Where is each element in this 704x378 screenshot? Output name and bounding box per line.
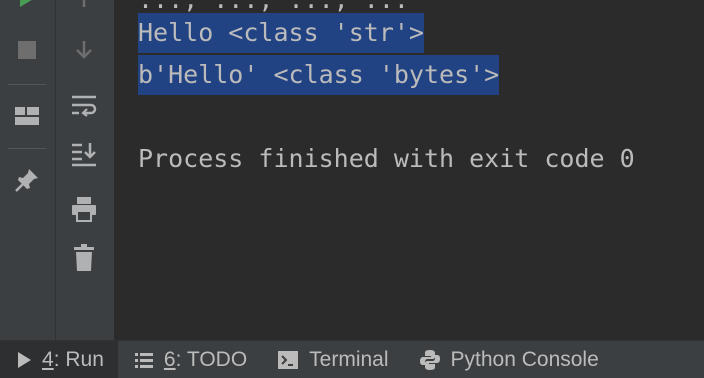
toolbar-divider xyxy=(8,148,46,149)
rerun-button[interactable] xyxy=(7,0,47,18)
console-line-exit-message: Process finished with exit code 0 xyxy=(138,144,635,173)
tab-todo-number: 6 xyxy=(163,348,176,371)
soft-wrap-button[interactable] xyxy=(64,85,104,125)
scroll-to-end-icon xyxy=(72,143,96,167)
run-toolbar-primary xyxy=(0,0,56,340)
print-button[interactable] xyxy=(64,189,104,229)
scroll-down-button[interactable] xyxy=(64,30,104,70)
console-line: b'Hello' <class 'bytes'> xyxy=(138,55,500,95)
terminal-icon xyxy=(277,350,299,370)
toolbar-divider xyxy=(8,84,46,85)
stop-button[interactable] xyxy=(7,30,47,70)
python-icon xyxy=(419,349,441,371)
tab-run[interactable]: 4: Run xyxy=(0,341,118,378)
stop-icon xyxy=(18,41,36,59)
tab-terminal[interactable]: Terminal xyxy=(261,341,402,378)
arrow-down-icon xyxy=(76,41,92,59)
tab-todo-label: : TODO xyxy=(175,348,248,371)
tab-python-console[interactable]: Python Console xyxy=(403,341,613,378)
tab-todo[interactable]: 6: TODO xyxy=(118,341,261,378)
trash-icon xyxy=(74,244,94,271)
tool-window-bar: 4: Run 6: TODO Terminal Python Console xyxy=(0,340,704,378)
arrow-up-icon xyxy=(82,0,86,7)
printer-icon xyxy=(72,197,96,222)
scroll-up-button[interactable] xyxy=(64,0,104,18)
restore-layout-button[interactable] xyxy=(7,96,47,136)
tab-python-console-label: Python Console xyxy=(450,348,599,371)
pin-icon xyxy=(15,169,38,192)
play-icon xyxy=(20,0,32,7)
console-output[interactable]: ..., ..., ..., ... Hello <class 'str'> b… xyxy=(114,0,704,340)
tab-run-label: : Run xyxy=(53,348,104,371)
run-tool-window: ..., ..., ..., ... Hello <class 'str'> b… xyxy=(0,0,704,378)
clear-all-button[interactable] xyxy=(64,238,104,278)
scroll-to-end-button[interactable] xyxy=(64,134,104,174)
tab-terminal-label: Terminal xyxy=(309,348,389,371)
list-icon xyxy=(134,351,154,369)
layout-icon xyxy=(15,107,39,125)
tab-run-number: 4 xyxy=(42,348,54,371)
console-line: Hello <class 'str'> xyxy=(138,13,424,53)
run-toolbar-secondary xyxy=(56,0,114,340)
pin-tab-button[interactable] xyxy=(7,160,47,200)
play-icon xyxy=(16,351,32,369)
soft-wrap-icon xyxy=(72,95,97,117)
